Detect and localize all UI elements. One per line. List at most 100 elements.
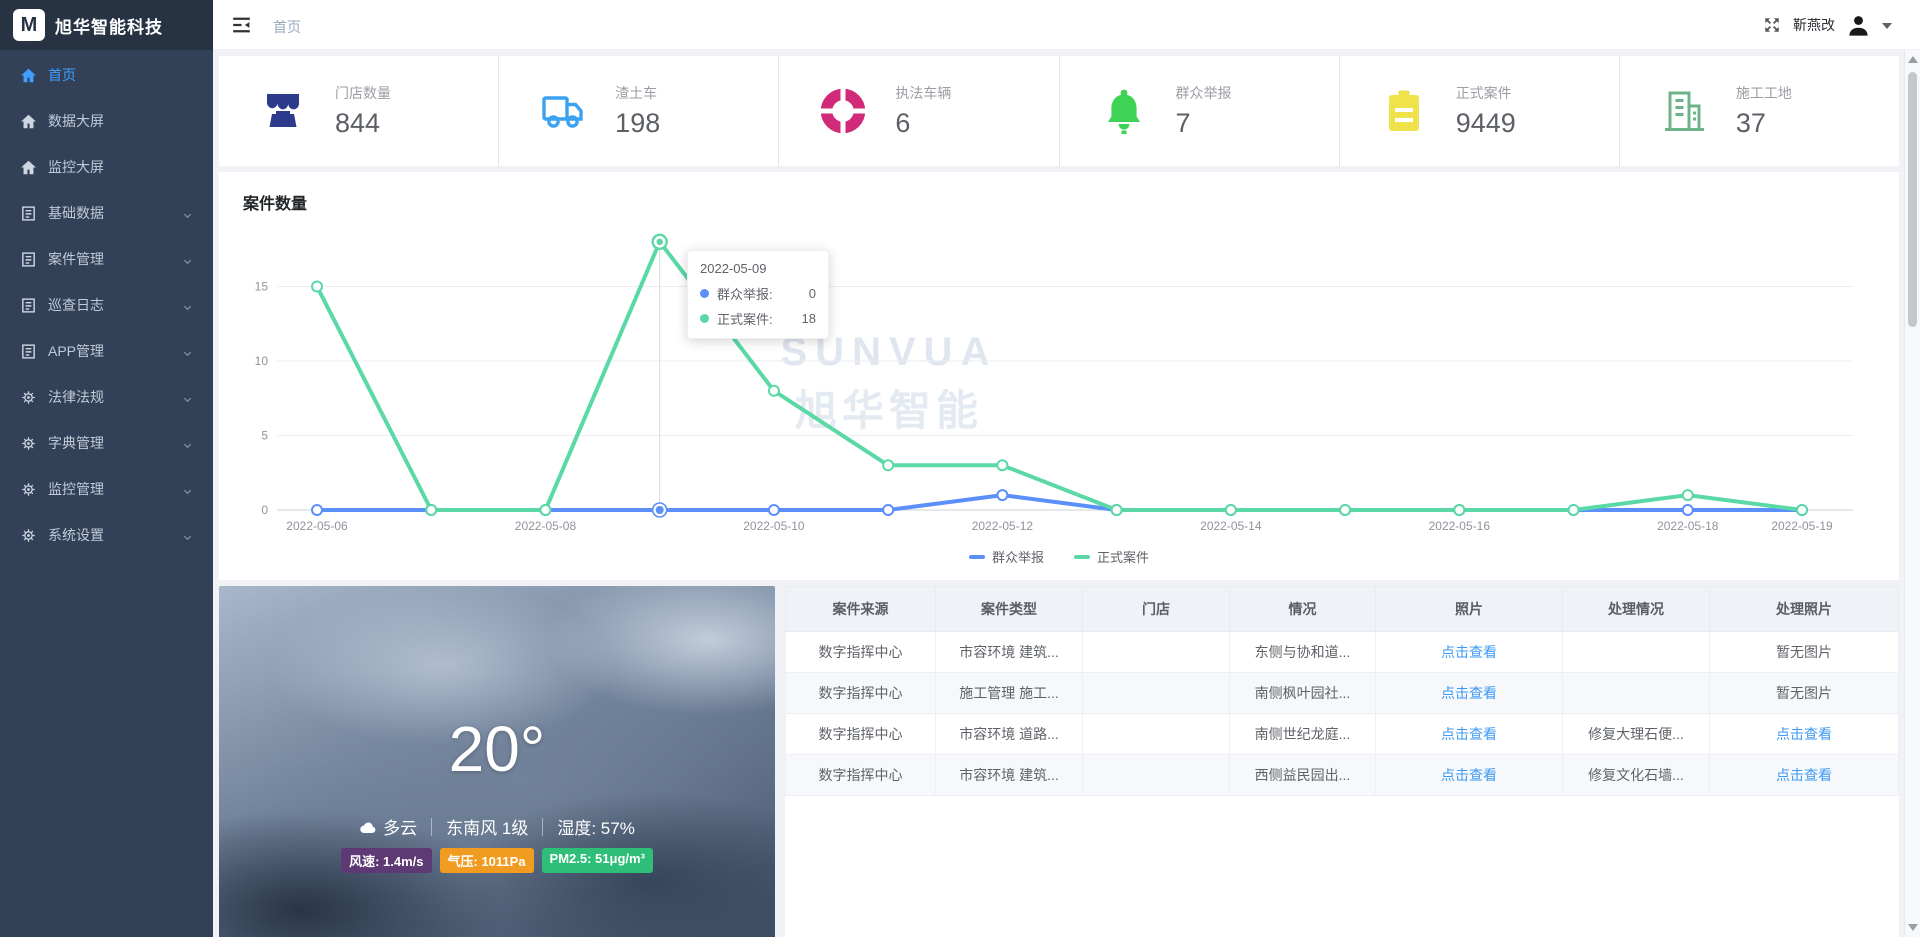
column-header-案件类型: 案件类型 bbox=[936, 587, 1083, 632]
truck-icon bbox=[539, 87, 587, 135]
chevron-down-icon bbox=[182, 254, 193, 265]
table-row: 数字指挥中心市容环境 建筑...东侧与协和道...点击查看暂无图片 bbox=[786, 632, 1899, 673]
sidebar-collapse-icon[interactable] bbox=[231, 15, 252, 35]
scroll-down-icon[interactable] bbox=[1908, 924, 1918, 931]
stat-text: 施工工地37 bbox=[1736, 83, 1792, 139]
svg-text:15: 15 bbox=[255, 280, 269, 294]
doc-icon bbox=[20, 205, 37, 222]
scrollbar-thumb[interactable] bbox=[1908, 72, 1917, 327]
condition-text: 多云 bbox=[383, 814, 417, 839]
table-cell bbox=[1563, 632, 1710, 673]
sidebar-item-基础数据[interactable]: 基础数据 bbox=[0, 190, 213, 236]
header-right: 靳燕改 bbox=[1763, 0, 1892, 50]
sidebar-item-首页[interactable]: 首页 bbox=[0, 52, 213, 98]
column-header-处理照片: 处理照片 bbox=[1710, 587, 1899, 632]
chevron-down-icon[interactable] bbox=[1882, 23, 1892, 29]
username[interactable]: 靳燕改 bbox=[1793, 15, 1835, 35]
table-row: 数字指挥中心市容环境 建筑...西侧益民园出...点击查看修复文化石墙...点击… bbox=[786, 755, 1899, 796]
stat-text: 门店数量 844 bbox=[335, 83, 391, 139]
stat-value: 37 bbox=[1736, 108, 1792, 139]
table-header: 案件来源案件类型门店情况照片处理情况处理照片 bbox=[786, 587, 1899, 632]
doc-icon bbox=[20, 297, 37, 314]
table-cell: 点击查看 bbox=[1376, 714, 1563, 755]
stat-label: 正式案件 bbox=[1456, 83, 1516, 103]
scroll-up-icon[interactable] bbox=[1908, 56, 1918, 63]
stat-text: 执法车辆 6 bbox=[895, 83, 951, 139]
stat-value: 9449 bbox=[1456, 108, 1516, 139]
table-row: 数字指挥中心施工管理 施工...南侧枫叶园社...点击查看暂无图片 bbox=[786, 673, 1899, 714]
brand-title: 旭华智能科技 bbox=[55, 13, 163, 38]
sidebar-item-字典管理[interactable]: 字典管理 bbox=[0, 420, 213, 466]
view-photo-link[interactable]: 点击查看 bbox=[1776, 767, 1832, 783]
case-table: 案件来源案件类型门店情况照片处理情况处理照片 数字指挥中心市容环境 建筑...东… bbox=[785, 586, 1899, 796]
svg-text:2022-05-10: 2022-05-10 bbox=[743, 519, 805, 532]
svg-text:2022-05-06: 2022-05-06 bbox=[286, 519, 348, 532]
table-cell: 点击查看 bbox=[1376, 755, 1563, 796]
table-cell: 修复文化石墙... bbox=[1563, 755, 1710, 796]
legend-label: 正式案件 bbox=[1097, 547, 1149, 566]
sidebar-item-APP管理[interactable]: APP管理 bbox=[0, 328, 213, 374]
fullscreen-icon[interactable] bbox=[1763, 16, 1781, 34]
breadcrumb[interactable]: 首页 bbox=[273, 17, 301, 37]
sidebar-item-数据大屏[interactable]: 数据大屏 bbox=[0, 98, 213, 144]
stat-text: 渣土车198 bbox=[615, 83, 660, 139]
view-photo-link[interactable]: 点击查看 bbox=[1776, 726, 1832, 742]
series-dot bbox=[700, 289, 709, 298]
chevron-down-icon bbox=[182, 208, 193, 219]
chevron-down-icon bbox=[182, 438, 193, 449]
table-cell: 市容环境 道路... bbox=[936, 714, 1083, 755]
view-photo-link[interactable]: 点击查看 bbox=[1441, 685, 1497, 701]
page-scrollbar[interactable] bbox=[1904, 50, 1920, 937]
shop-icon bbox=[259, 87, 307, 135]
divider bbox=[431, 818, 432, 836]
gear-icon bbox=[20, 435, 37, 452]
view-photo-link[interactable]: 点击查看 bbox=[1441, 767, 1497, 783]
table-cell: 西侧益民园出... bbox=[1230, 755, 1376, 796]
stat-value: 6 bbox=[895, 108, 951, 139]
table-cell bbox=[1083, 755, 1230, 796]
stat-card-渣土车: 渣土车198 bbox=[499, 56, 779, 166]
legend-item-群众举报[interactable]: 群众举报 bbox=[969, 547, 1044, 566]
sidebar-item-监控大屏[interactable]: 监控大屏 bbox=[0, 144, 213, 190]
stat-value: 7 bbox=[1176, 108, 1232, 139]
stat-value: 844 bbox=[335, 108, 391, 139]
table-cell: 数字指挥中心 bbox=[786, 632, 936, 673]
stat-label: 执法车辆 bbox=[895, 83, 951, 103]
sidebar-item-label: 数据大屏 bbox=[48, 111, 104, 131]
stat-label: 渣土车 bbox=[615, 83, 660, 103]
table-cell: 暂无图片 bbox=[1710, 673, 1899, 714]
table-cell: 数字指挥中心 bbox=[786, 755, 936, 796]
stat-label: 群众举报 bbox=[1176, 83, 1232, 103]
sidebar-item-巡查日志[interactable]: 巡查日志 bbox=[0, 282, 213, 328]
column-header-处理情况: 处理情况 bbox=[1563, 587, 1710, 632]
stat-card-row: 门店数量 844 渣土车198 执法车辆 6 群众举报 7 正式案件 9449 施工工地37 bbox=[219, 56, 1899, 166]
svg-text:2022-05-16: 2022-05-16 bbox=[1429, 519, 1491, 532]
sidebar-item-法律法规[interactable]: 法律法规 bbox=[0, 374, 213, 420]
chevron-down-icon bbox=[182, 346, 193, 357]
sidebar-item-label: 字典管理 bbox=[48, 433, 104, 453]
stat-label: 门店数量 bbox=[335, 83, 391, 103]
wind-text: 东南风 1级 bbox=[446, 814, 528, 839]
table-cell: 数字指挥中心 bbox=[786, 714, 936, 755]
case-chart-panel: 案件数量 SUNVUA 旭华智能 0510152022-05-062022-05… bbox=[219, 172, 1899, 580]
legend-item-正式案件[interactable]: 正式案件 bbox=[1074, 547, 1149, 566]
column-header-案件来源: 案件来源 bbox=[786, 587, 936, 632]
sidebar-item-监控管理[interactable]: 监控管理 bbox=[0, 466, 213, 512]
view-photo-link[interactable]: 点击查看 bbox=[1441, 644, 1497, 660]
series-dot bbox=[700, 314, 709, 323]
gear-icon bbox=[20, 389, 37, 406]
gear-icon bbox=[20, 527, 37, 544]
sidebar-item-label: 监控管理 bbox=[48, 479, 104, 499]
sidebar-item-案件管理[interactable]: 案件管理 bbox=[0, 236, 213, 282]
svg-text:10: 10 bbox=[255, 354, 269, 368]
sidebar-item-系统设置[interactable]: 系统设置 bbox=[0, 512, 213, 558]
tooltip-series-value: 18 bbox=[802, 311, 816, 326]
tooltip-rows: 群众举报:0正式案件:18 bbox=[700, 284, 816, 328]
temperature: 20° bbox=[219, 712, 775, 786]
lifebuoy-icon bbox=[819, 87, 867, 135]
sidebar-item-label: 首页 bbox=[48, 65, 76, 85]
avatar[interactable] bbox=[1847, 14, 1870, 37]
sidebar: M 旭华智能科技 首页数据大屏监控大屏基础数据案件管理巡查日志APP管理法律法规… bbox=[0, 0, 213, 937]
view-photo-link[interactable]: 点击查看 bbox=[1441, 726, 1497, 742]
svg-text:5: 5 bbox=[261, 429, 268, 443]
